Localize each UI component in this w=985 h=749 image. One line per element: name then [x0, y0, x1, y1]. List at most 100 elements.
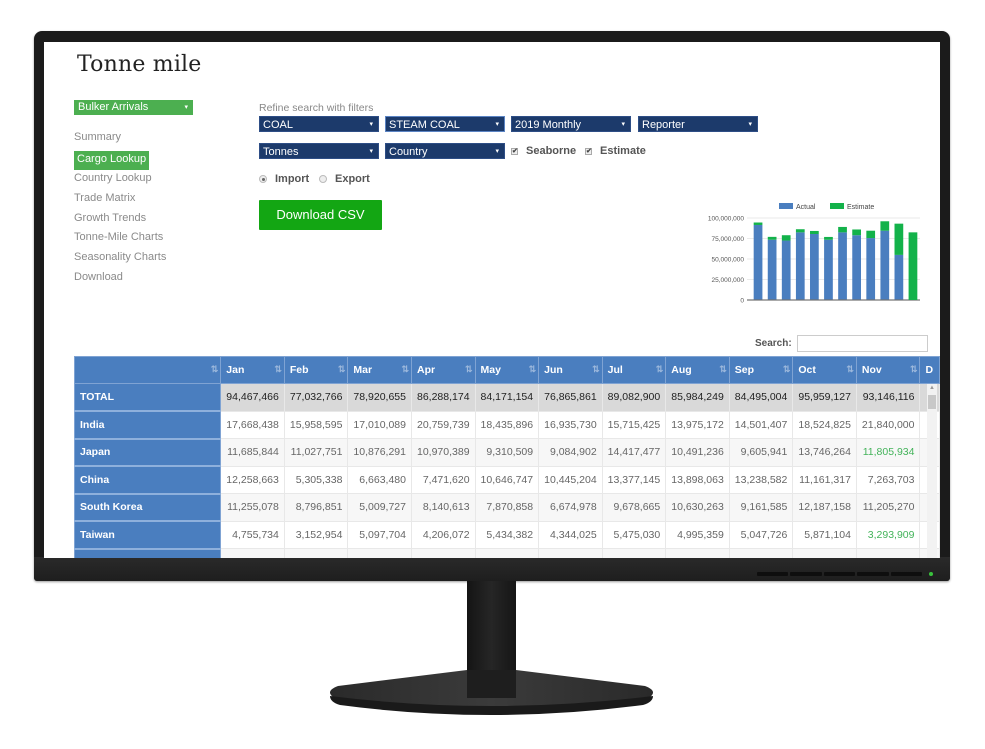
power-led: [929, 572, 933, 576]
unit-select[interactable]: Tonnes ▾: [259, 143, 379, 159]
table-cell: 95,959,127: [792, 383, 857, 412]
table-cell: 14,417,477: [601, 438, 667, 467]
table-cell: 84,495,004: [728, 383, 794, 412]
table-cell: 4,995,359: [665, 520, 730, 549]
source-select[interactable]: Reporter ▾: [638, 116, 758, 132]
monitor-button: [757, 572, 789, 576]
search-input[interactable]: [797, 335, 928, 352]
bar-estimate-mar: [781, 235, 791, 241]
table-cell: 5,047,726: [728, 520, 794, 549]
row-label: India: [73, 410, 222, 440]
table-cell: 21,840,000: [855, 410, 921, 439]
chevron-down-icon: ▾: [621, 121, 625, 128]
table-cell: [601, 548, 667, 558]
sidebar-item-growth-trends[interactable]: Growth Trends: [74, 210, 166, 230]
page-title: Tonne mile: [77, 52, 202, 77]
sort-icon[interactable]: ⇅: [401, 364, 408, 375]
bar-actual-sep: [866, 238, 876, 300]
column-header-label: Sep: [734, 364, 755, 376]
sort-icon[interactable]: ⇅: [338, 364, 345, 375]
sort-icon[interactable]: ⇅: [846, 364, 853, 375]
table-cell: 6,663,480: [347, 465, 412, 494]
table-cell: 9,605,941: [728, 438, 794, 467]
sort-icon[interactable]: ⇅: [465, 364, 472, 375]
database-select[interactable]: Bulker Arrivals ▾: [74, 100, 193, 115]
sort-icon[interactable]: ⇅: [910, 364, 917, 375]
column-header-jan[interactable]: Jan ⇅: [220, 356, 285, 384]
table-cell: 3,152,954: [283, 520, 349, 549]
column-header-feb[interactable]: Feb ⇅: [283, 356, 349, 384]
sort-icon[interactable]: ⇅: [719, 364, 726, 375]
column-header-apr[interactable]: Apr ⇅: [410, 356, 476, 384]
column-header-label: Feb: [289, 364, 309, 376]
table-cell: 94,467,466: [220, 383, 285, 412]
table-cell: 10,876,291: [347, 438, 412, 467]
bar-actual-may: [810, 233, 819, 300]
seaborne-checkbox[interactable]: ✔ Seaborne: [511, 145, 576, 157]
chevron-down-icon: ▾: [369, 148, 373, 155]
column-header-may[interactable]: May ⇅: [474, 356, 540, 384]
column-header-mar[interactable]: Mar ⇅: [347, 356, 412, 384]
sort-icon[interactable]: ⇅: [783, 364, 790, 375]
column-header-aug[interactable]: Aug ⇅: [665, 356, 730, 384]
column-header-sep[interactable]: Sep ⇅: [728, 356, 794, 384]
sort-icon[interactable]: ⇅: [211, 364, 218, 375]
table-cell: 86,288,174: [410, 383, 476, 412]
grouping-select[interactable]: Country ▾: [385, 143, 505, 159]
bar-estimate-dec: [908, 232, 918, 300]
sidebar-item-country-lookup[interactable]: Country Lookup: [74, 170, 166, 190]
column-header-jun[interactable]: Jun ⇅: [538, 356, 603, 384]
sub-cargo-select[interactable]: STEAM COAL ▾: [385, 116, 505, 132]
scrollbar-thumb[interactable]: [928, 395, 936, 409]
column-header-jul[interactable]: Jul ⇅: [601, 356, 667, 384]
bar-actual-nov: [894, 254, 904, 300]
sidebar-item-cargo-lookup[interactable]: Cargo Lookup: [74, 150, 150, 171]
monthly-bar-chart: Actual Estimate 0 25,000,000 50,000,000 75,00…: [708, 203, 920, 305]
sidebar-item-seasonality-charts[interactable]: Seasonality Charts: [74, 249, 166, 269]
filters-heading: Refine search with filters: [259, 102, 374, 114]
bar-actual-feb: [767, 239, 777, 300]
database-select-value: Bulker Arrivals: [78, 101, 149, 113]
sub-cargo-select-value: STEAM COAL: [389, 119, 460, 131]
bar-estimate-nov: [894, 223, 904, 255]
sidebar-item-tonne-mile-charts[interactable]: Tonne-Mile Charts: [74, 229, 166, 249]
table-cell: 4,755,734: [220, 520, 285, 549]
column-header-d[interactable]: D: [919, 356, 940, 384]
bar-estimate-aug: [852, 229, 861, 236]
cargo-select-value: COAL: [263, 119, 293, 131]
cargo-select[interactable]: COAL ▾: [259, 116, 379, 132]
table-cell: 13,238,582: [728, 465, 794, 494]
table-cell: 10,970,389: [410, 438, 476, 467]
sort-icon[interactable]: ⇅: [274, 364, 281, 375]
sidebar-item-summary[interactable]: Summary: [74, 129, 166, 149]
download-csv-button[interactable]: Download CSV: [259, 200, 382, 230]
table-cell: 10,445,204: [538, 465, 603, 494]
column-header-name[interactable]: ⇅: [73, 356, 222, 384]
row-label: Taiwan: [73, 520, 222, 550]
estimate-checkbox[interactable]: ✔ Estimate: [585, 145, 646, 157]
sort-icon[interactable]: ⇅: [592, 364, 599, 375]
column-header-oct[interactable]: Oct ⇅: [792, 356, 857, 384]
table-cell: 9,161,585: [728, 493, 794, 522]
period-select[interactable]: 2019 Monthly ▾: [511, 116, 631, 132]
table-cell: 3,293,909: [855, 520, 921, 549]
y-tick-label: 75,000,000: [711, 236, 744, 243]
table-cell: 93,146,116: [855, 383, 921, 412]
scroll-up-icon[interactable]: ▲: [929, 385, 935, 391]
table-scrollbar[interactable]: ▲: [927, 384, 937, 558]
monitor-base: [330, 670, 653, 715]
column-header-label: D: [925, 364, 934, 376]
table-cell: 11,685,844: [220, 438, 285, 467]
sort-icon[interactable]: ⇅: [529, 364, 536, 375]
radio-unselected-icon: [319, 175, 327, 183]
legend-label-actual: Actual: [796, 204, 816, 211]
column-header-nov[interactable]: Nov ⇅: [855, 356, 921, 384]
export-radio[interactable]: Export: [319, 173, 370, 185]
table-cell: 5,434,382: [474, 520, 540, 549]
sidebar-item-download[interactable]: Download: [74, 269, 166, 289]
sort-icon[interactable]: ⇅: [656, 364, 663, 375]
import-radio[interactable]: Import: [259, 173, 309, 185]
bar-estimate-oct: [880, 221, 890, 231]
sidebar-item-trade-matrix[interactable]: Trade Matrix: [74, 190, 166, 210]
column-header-label: May: [480, 364, 501, 376]
